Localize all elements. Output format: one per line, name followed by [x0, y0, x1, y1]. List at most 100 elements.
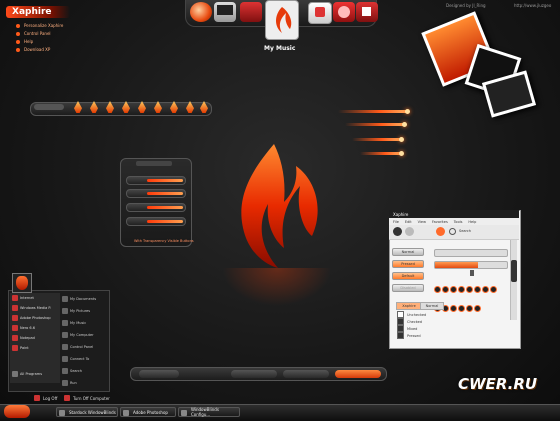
menu-file[interactable]: File: [393, 220, 399, 224]
round-button[interactable]: [466, 286, 473, 293]
window-menubar: File Edit View Favorites Tools Help: [389, 218, 519, 225]
start-menu-place[interactable]: My Computer: [62, 329, 106, 341]
slider-thumb[interactable]: [470, 270, 474, 276]
start-menu-place[interactable]: My Music: [62, 317, 106, 329]
brand-menu-item[interactable]: Download XP: [16, 46, 63, 54]
start-menu-place[interactable]: Control Panel: [62, 341, 106, 353]
taskbar-item[interactable]: WindowBlinds Configu...: [178, 407, 240, 417]
checkbox-box: [397, 318, 404, 325]
icon-bar-label: [34, 104, 64, 110]
drive-icon[interactable]: [308, 2, 332, 24]
all-programs-button[interactable]: All Programs: [10, 369, 60, 379]
start-menu-place[interactable]: My Pictures: [62, 305, 106, 317]
folder-icon[interactable]: [240, 2, 262, 22]
start-menu-item[interactable]: Paint: [10, 343, 60, 353]
start-menu-places: My Documents My Pictures My Music My Com…: [62, 293, 106, 389]
slider-track[interactable]: [434, 249, 508, 257]
round-button[interactable]: [490, 286, 497, 293]
tab-xaphire[interactable]: Xaphire: [396, 302, 422, 310]
default-button[interactable]: Default: [392, 272, 424, 280]
round-button[interactable]: [450, 286, 457, 293]
start-menu-place[interactable]: Run: [62, 377, 106, 389]
progress-segment-active: [335, 370, 381, 378]
search-icon: [62, 368, 68, 374]
back-icon[interactable]: [393, 227, 402, 236]
streak-dot: [399, 137, 404, 142]
taskbar-item[interactable]: Stardock WindowBlinds: [56, 407, 118, 417]
arrow-icon: [12, 371, 18, 377]
menu-edit[interactable]: Edit: [405, 220, 412, 224]
start-menu-item[interactable]: Notepad: [10, 333, 60, 343]
program-icon: [12, 345, 18, 351]
panel-button[interactable]: [126, 189, 186, 198]
brand-menu-item[interactable]: Help: [16, 38, 63, 46]
brand-menu-item[interactable]: Personalize Xaphire: [16, 22, 63, 30]
program-icon: [12, 335, 18, 341]
brand-menu: Personalize Xaphire Control Panel Help D…: [16, 22, 63, 54]
round-button[interactable]: [474, 305, 481, 312]
dock-caption: My Music: [264, 45, 296, 52]
forward-icon[interactable]: [405, 227, 414, 236]
user-avatar[interactable]: [12, 273, 32, 293]
checkbox-mixed[interactable]: Mixed: [397, 325, 417, 332]
round-button[interactable]: [450, 305, 457, 312]
round-button[interactable]: [474, 286, 481, 293]
round-button[interactable]: [458, 286, 465, 293]
search-icon[interactable]: [449, 228, 456, 235]
round-button-grid: [434, 279, 508, 317]
logoff-button[interactable]: Log Off: [34, 394, 57, 402]
search-label[interactable]: Search: [459, 229, 471, 233]
checkbox-box: [397, 325, 404, 332]
menu-tools[interactable]: Tools: [454, 220, 463, 224]
streak-dot: [399, 151, 404, 156]
program-icon: [12, 305, 18, 311]
computer-icon: [62, 332, 68, 338]
checkbox-checked[interactable]: Checked: [397, 318, 422, 325]
panel-button[interactable]: [126, 176, 186, 185]
watermark: CWER.RU: [458, 375, 538, 393]
tab-normal[interactable]: Normal: [420, 302, 444, 310]
home-icon[interactable]: [436, 227, 445, 236]
round-button[interactable]: [458, 305, 465, 312]
round-button[interactable]: [466, 305, 473, 312]
cd-icon[interactable]: [333, 2, 355, 22]
start-menu-item[interactable]: Adobe Photoshop: [10, 313, 60, 323]
scroll-thumb[interactable]: [511, 260, 517, 282]
streak-dot: [405, 109, 410, 114]
start-menu-item[interactable]: Windows Media P.: [10, 303, 60, 313]
checkbox-pressed[interactable]: Pressed: [397, 332, 421, 339]
app-icon: [123, 410, 129, 416]
menu-view[interactable]: View: [418, 220, 426, 224]
pictures-icon: [62, 308, 68, 314]
panel-button[interactable]: [126, 203, 186, 212]
brand-menu-item[interactable]: Control Panel: [16, 30, 63, 38]
brand-logo: Xaphire: [6, 6, 70, 18]
designer-url: http://www.jluzgeo: [514, 3, 552, 8]
document-icon[interactable]: [356, 2, 378, 22]
turnoff-button[interactable]: Turn Off Computer: [64, 394, 110, 402]
start-button[interactable]: [4, 405, 30, 418]
menu-favorites[interactable]: Favorites: [432, 220, 448, 224]
start-menu-place[interactable]: Search: [62, 365, 106, 377]
round-button[interactable]: [434, 286, 441, 293]
menu-help[interactable]: Help: [468, 220, 476, 224]
panel-header: [136, 161, 172, 166]
start-menu-place[interactable]: My Documents: [62, 293, 106, 305]
round-button[interactable]: [482, 286, 489, 293]
start-menu-place[interactable]: Connect To: [62, 353, 106, 365]
globe-icon[interactable]: [190, 2, 212, 22]
taskbar-item[interactable]: Adobe Photoshop: [120, 407, 176, 417]
normal-button[interactable]: Normal: [392, 248, 424, 256]
pressed-button[interactable]: Pressed: [392, 260, 424, 268]
start-menu-item[interactable]: Internet: [10, 293, 60, 303]
checkbox-unchecked[interactable]: Unchecked: [397, 311, 426, 318]
app-icon: [181, 410, 187, 416]
xaphire-flame-logo: [241, 144, 318, 268]
monitor-icon[interactable]: [214, 2, 236, 22]
logoff-icon: [34, 395, 40, 401]
panel-button[interactable]: [126, 217, 186, 226]
start-menu-item[interactable]: Nero 6.6: [10, 323, 60, 333]
window-scrollbar[interactable]: [510, 240, 517, 320]
music-icon[interactable]: [265, 0, 299, 40]
round-button[interactable]: [442, 286, 449, 293]
